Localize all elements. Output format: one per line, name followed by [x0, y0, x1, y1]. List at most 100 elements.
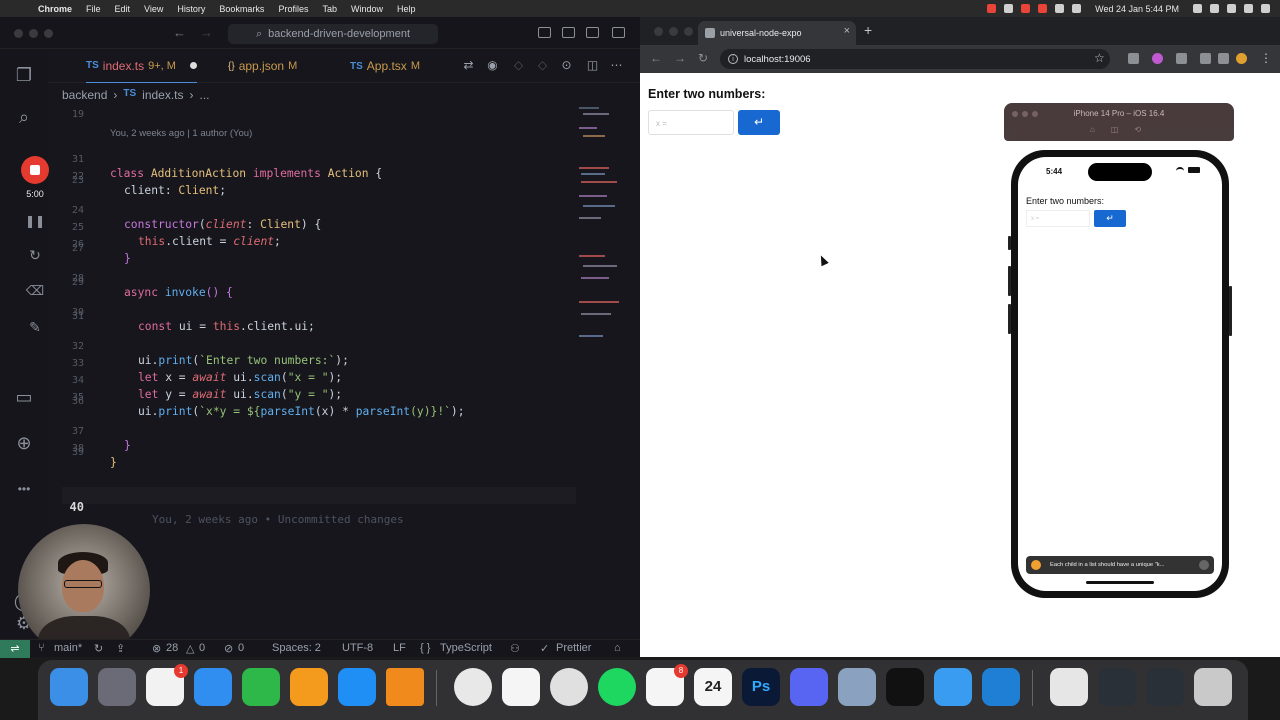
chrome-icon[interactable] [454, 668, 492, 706]
finder-icon[interactable] [50, 668, 88, 706]
extension-icon[interactable] [1128, 53, 1139, 64]
menu-bookmarks[interactable]: Bookmarks [219, 4, 264, 14]
discord-icon[interactable] [790, 668, 828, 706]
vlc-icon[interactable] [386, 668, 424, 706]
menu-tab[interactable]: Tab [322, 4, 337, 14]
breadcrumb-folder[interactable]: backend [62, 88, 107, 102]
phone-side-button[interactable] [1008, 266, 1011, 296]
xcode-icon[interactable] [934, 668, 972, 706]
tab-app-tsx[interactable]: TS App.tsx M [350, 49, 420, 83]
preview-icon[interactable] [838, 668, 876, 706]
app-store-icon[interactable] [338, 668, 376, 706]
side-panel-icon[interactable] [1218, 53, 1229, 64]
recording-stop-button[interactable] [21, 156, 49, 184]
browser-tab[interactable]: universal-node-expo × [698, 21, 856, 45]
toggle-blame-icon[interactable]: ◉ [486, 59, 499, 72]
draw-icon[interactable]: ✎ [23, 315, 47, 339]
toggle-sidebar-icon[interactable] [538, 27, 551, 38]
window-minimize-button[interactable] [29, 29, 38, 38]
terminal-icon[interactable] [886, 668, 924, 706]
menu-app-name[interactable]: Chrome [38, 4, 72, 14]
status-app-icon[interactable] [1072, 4, 1082, 13]
explorer-icon[interactable]: ❐ [12, 63, 36, 87]
encoding[interactable]: UTF-8 [342, 642, 373, 654]
warnings-count[interactable]: 0 [199, 642, 205, 654]
menu-help[interactable]: Help [397, 4, 416, 14]
tab-index-ts[interactable]: TS index.ts 9+, M [86, 49, 197, 83]
screenshot-icon[interactable]: ◫ [1111, 125, 1119, 134]
reload-icon[interactable]: ↻ [698, 51, 708, 65]
toggle-panel-icon[interactable] [562, 27, 575, 38]
vpn-icon[interactable] [550, 668, 588, 706]
site-info-icon[interactable]: i [728, 54, 738, 64]
record-status-icon[interactable] [987, 4, 997, 13]
close-icon[interactable]: × [844, 25, 850, 37]
problems-count[interactable]: 28 [166, 642, 178, 654]
submit-button[interactable]: ↵ [738, 110, 780, 135]
notifications-icon[interactable]: ⌂ [614, 642, 621, 654]
forward-arrow-icon[interactable]: → [674, 51, 686, 65]
status-app-icon[interactable] [1038, 4, 1048, 13]
git-branch[interactable]: main* [54, 642, 82, 654]
sync-icon[interactable]: ↻ [94, 642, 103, 655]
calendar-icon[interactable]: 24 [694, 668, 732, 706]
phone-side-button[interactable] [1229, 286, 1232, 336]
more-actions-icon[interactable]: ⋯ [610, 59, 623, 72]
address-bar[interactable]: i localhost:19006 [720, 49, 1110, 69]
menu-view[interactable]: View [144, 4, 163, 14]
remote-icon[interactable]: ⇌ [0, 640, 30, 658]
home-icon[interactable]: ⌂ [1090, 125, 1095, 134]
rotate-icon[interactable]: ⟲ [1134, 125, 1141, 134]
next-change-icon[interactable]: ◇ [536, 59, 549, 72]
source-control-compare-icon[interactable]: ⇄ [462, 59, 475, 72]
customize-layout-icon[interactable] [612, 27, 625, 38]
menubar-clock[interactable]: Wed 24 Jan 5:44 PM [1095, 4, 1179, 14]
window-minimize-button[interactable] [669, 27, 678, 36]
menu-history[interactable]: History [177, 4, 205, 14]
window-close-button[interactable] [1012, 111, 1018, 117]
breadcrumb-more[interactable]: ... [200, 88, 210, 102]
wifi-icon[interactable] [1227, 4, 1236, 13]
pause-icon[interactable]: ❚❚ [23, 209, 47, 233]
warning-toast[interactable]: Each child in a list should have a uniqu… [1026, 556, 1214, 574]
battery-icon[interactable] [1193, 4, 1202, 13]
extension-icon[interactable] [1176, 53, 1187, 64]
more-vertical-icon[interactable]: ⋮ [1260, 51, 1272, 65]
spotify-icon[interactable] [598, 668, 636, 706]
slack-icon[interactable]: 8 [646, 664, 688, 706]
launchpad-icon[interactable] [98, 668, 136, 706]
extensions-puzzle-icon[interactable] [1200, 53, 1211, 64]
restart-icon[interactable]: ↻ [23, 243, 47, 267]
menu-profiles[interactable]: Profiles [278, 4, 308, 14]
window-close-button[interactable] [654, 27, 663, 36]
control-center-icon[interactable] [1261, 4, 1270, 13]
unsaved-dot-icon[interactable] [189, 62, 197, 69]
volume-icon[interactable] [1210, 4, 1219, 13]
remote-explorer-icon[interactable]: ▭ [12, 385, 36, 409]
search-icon[interactable] [1244, 4, 1253, 13]
phone-number-input[interactable]: x = [1026, 210, 1090, 227]
numbers-icon[interactable] [242, 668, 280, 706]
more-icon[interactable]: ••• [12, 477, 36, 501]
language-mode[interactable]: TypeScript [440, 642, 492, 654]
ports-count[interactable]: 0 [238, 642, 244, 654]
menu-edit[interactable]: Edit [115, 4, 131, 14]
phone-side-button[interactable] [1008, 304, 1011, 334]
keynote-icon[interactable] [194, 668, 232, 706]
command-center-search[interactable]: ⌕ backend-driven-development [228, 24, 438, 44]
split-editor-icon[interactable]: ◫ [586, 59, 599, 72]
trash-icon[interactable]: ⌫ [23, 279, 47, 303]
window-preview-icon[interactable] [1098, 668, 1136, 706]
toggle-secondary-sidebar-icon[interactable] [586, 27, 599, 38]
search-icon[interactable]: ⌕ [12, 105, 36, 129]
breadcrumb-file[interactable]: index.ts [142, 88, 183, 102]
window-close-button[interactable] [14, 29, 23, 38]
extensions-icon[interactable]: ⊕ [12, 431, 36, 455]
profile-avatar[interactable] [1236, 53, 1247, 64]
code-editor[interactable]: 19 You, 2 weeks ago | 1 author (You) 31 … [48, 109, 628, 619]
menu-window[interactable]: Window [351, 4, 383, 14]
publish-icon[interactable]: ⇪ [116, 642, 125, 655]
gear-icon[interactable] [1004, 4, 1014, 13]
forward-arrow-icon[interactable]: → [200, 25, 213, 40]
window-zoom-button[interactable] [1032, 111, 1038, 117]
